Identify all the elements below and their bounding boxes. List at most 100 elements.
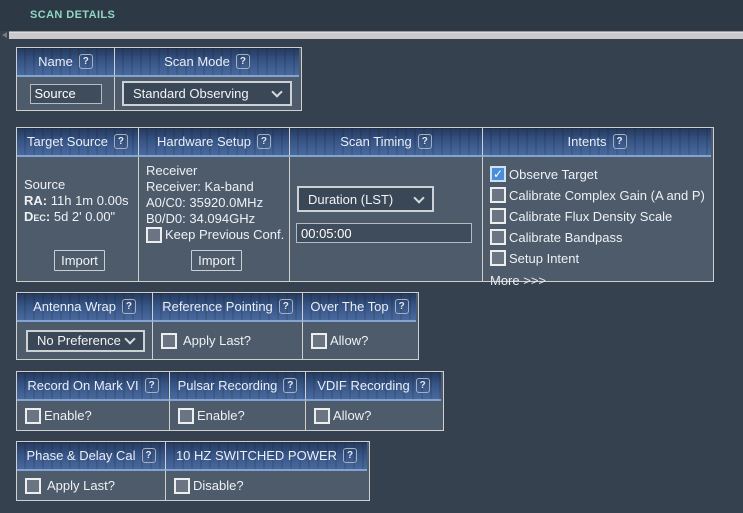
scan-mode-selected-value: Standard Observing <box>133 86 249 101</box>
target-source-header: Target Source ? <box>17 128 139 157</box>
help-icon[interactable]: ? <box>256 134 271 149</box>
checkbox-icon[interactable] <box>490 166 506 182</box>
intents-header-label: Intents <box>567 134 607 149</box>
intent-calibrate-bandpass[interactable]: Calibrate Bandpass <box>490 229 711 245</box>
intent-calibrate-flux-density[interactable]: Calibrate Flux Density Scale <box>490 208 711 224</box>
phase-delay-cal-header: Phase & Delay Cal ? <box>17 442 166 471</box>
timing-mode-select[interactable]: Duration (LST) <box>297 186 434 212</box>
pulsar-enable-option[interactable]: Enable? <box>178 407 245 424</box>
chevron-down-icon <box>413 191 425 204</box>
chevron-down-icon <box>124 333 136 345</box>
intent-observe-target[interactable]: Observe Target <box>490 166 711 182</box>
intent-label: Setup Intent <box>509 250 580 266</box>
phase-delay-cal-header-label: Phase & Delay Cal <box>26 448 136 463</box>
checkbox-icon[interactable] <box>490 187 506 203</box>
help-icon[interactable]: ? <box>278 299 293 314</box>
vdif-allow-option[interactable]: Allow? <box>314 407 372 424</box>
checkbox-icon[interactable] <box>25 477 41 494</box>
over-the-top-header: Over The Top ? <box>303 293 416 322</box>
checkbox-icon[interactable] <box>490 229 506 245</box>
checkbox-icon[interactable] <box>314 407 330 424</box>
a0c0-line: A0/C0: 35920.0MHz <box>146 195 264 210</box>
over-the-top-allow-label: Allow? <box>330 333 369 348</box>
mark-vi-enable-option[interactable]: Enable? <box>25 407 92 424</box>
hardware-setup-cell: Receiver Receiver: Ka-band A0/C0: 35920.… <box>139 157 290 281</box>
ra-label: RA: <box>24 193 48 208</box>
checkbox-icon[interactable] <box>146 227 162 243</box>
import-hardware-button[interactable]: Import <box>191 250 242 271</box>
help-icon[interactable]: ? <box>113 134 128 149</box>
help-icon[interactable]: ? <box>144 378 159 393</box>
mark-vi-header-label: Record On Mark VI <box>27 378 139 393</box>
switched-power-cell: Disable? <box>166 471 367 500</box>
intent-setup-intent[interactable]: Setup Intent <box>490 250 711 266</box>
scan-name-input[interactable] <box>29 83 102 104</box>
reference-pointing-cell: Apply Last? <box>153 322 303 359</box>
checkbox-icon[interactable] <box>490 250 506 266</box>
help-icon[interactable]: ? <box>78 54 93 69</box>
hardware-setup-header: Hardware Setup ? <box>139 128 290 157</box>
name-header: Name ? <box>17 48 115 77</box>
target-source-cell: Source RA: 11h 1m 0.00s Dec: 5d 2' 0.00"… <box>17 157 139 281</box>
name-scanmode-table: Name ? Scan Mode ? Standard Observing <box>16 47 302 111</box>
checkbox-icon[interactable] <box>490 208 506 224</box>
antenna-wrap-selected-value: No Preference <box>37 333 121 348</box>
checkbox-icon[interactable] <box>25 407 41 424</box>
target-source-header-label: Target Source <box>27 134 108 149</box>
checkbox-icon[interactable] <box>174 477 190 494</box>
help-icon[interactable]: ? <box>235 54 250 69</box>
scan-mode-header: Scan Mode ? <box>115 48 299 77</box>
splitter-track[interactable] <box>9 31 743 39</box>
vdif-recording-header-label: VDIF Recording <box>317 378 410 393</box>
intent-calibrate-complex-gain[interactable]: Calibrate Complex Gain (A and P) <box>490 187 711 203</box>
help-icon[interactable]: ? <box>343 448 358 463</box>
timing-mode-selected-value: Duration (LST) <box>308 191 394 207</box>
help-icon[interactable]: ? <box>612 134 627 149</box>
switched-power-disable-option[interactable]: Disable? <box>174 477 244 494</box>
more-intents-link[interactable]: More >>> <box>490 273 711 288</box>
switched-power-disable-label: Disable? <box>193 478 244 493</box>
switched-power-header-label: 10 HZ SWITCHED POWER <box>175 448 338 463</box>
help-icon[interactable]: ? <box>141 448 156 463</box>
checkbox-icon[interactable] <box>161 332 177 349</box>
intents-header: Intents ? <box>483 128 711 157</box>
duration-input[interactable] <box>296 223 472 243</box>
reference-pointing-header: Reference Pointing ? <box>153 293 303 322</box>
phase-delay-apply-last-option[interactable]: Apply Last? <box>25 477 115 494</box>
mark-vi-cell: Enable? <box>17 401 170 430</box>
pulsar-recording-header-label: Pulsar Recording <box>177 378 278 393</box>
scan-timing-cell: Duration (LST) <box>290 157 483 281</box>
hardware-title: Receiver <box>146 163 198 178</box>
import-source-button[interactable]: Import <box>54 250 105 271</box>
intent-label: Calibrate Complex Gain (A and P) <box>509 187 705 203</box>
scan-mode-select[interactable]: Standard Observing <box>122 81 292 106</box>
reference-pointing-header-label: Reference Pointing <box>162 299 273 314</box>
help-icon[interactable]: ? <box>121 299 136 314</box>
scan-timing-header-label: Scan Timing <box>340 134 412 149</box>
help-icon[interactable]: ? <box>417 134 432 149</box>
page-title: SCAN DETAILS <box>30 9 116 21</box>
apply-last-pointing-option[interactable]: Apply Last? <box>161 332 251 349</box>
keep-previous-conf-option[interactable]: Keep Previous Conf. <box>146 227 287 243</box>
name-header-label: Name <box>38 54 73 69</box>
horizontal-splitter[interactable] <box>0 31 743 39</box>
checkbox-icon[interactable] <box>311 332 327 349</box>
splitter-left-arrow-icon[interactable] <box>0 31 9 39</box>
keep-previous-conf-label: Keep Previous Conf. <box>165 227 285 242</box>
over-the-top-header-label: Over The Top <box>310 299 389 314</box>
phase-delay-cal-cell: Apply Last? <box>17 471 166 500</box>
help-icon[interactable]: ? <box>283 378 298 393</box>
help-icon[interactable]: ? <box>415 378 430 393</box>
vdif-allow-label: Allow? <box>333 408 372 423</box>
intent-label: Calibrate Flux Density Scale <box>509 208 673 224</box>
recording-table: Record On Mark VI ? Pulsar Recording ? V… <box>16 371 444 431</box>
dec-line: Dec: 5d 2' 0.00" <box>24 209 135 225</box>
antenna-wrap-select[interactable]: No Preference <box>26 329 145 352</box>
dec-label: Dec: <box>24 209 51 224</box>
help-icon[interactable]: ? <box>394 299 409 314</box>
scan-mode-cell: Standard Observing <box>115 77 299 110</box>
scan-main-table: Target Source ? Hardware Setup ? Scan Ti… <box>16 127 714 288</box>
over-the-top-allow-option[interactable]: Allow? <box>311 332 369 349</box>
scan-mode-header-label: Scan Mode <box>164 54 230 69</box>
checkbox-icon[interactable] <box>178 407 194 424</box>
